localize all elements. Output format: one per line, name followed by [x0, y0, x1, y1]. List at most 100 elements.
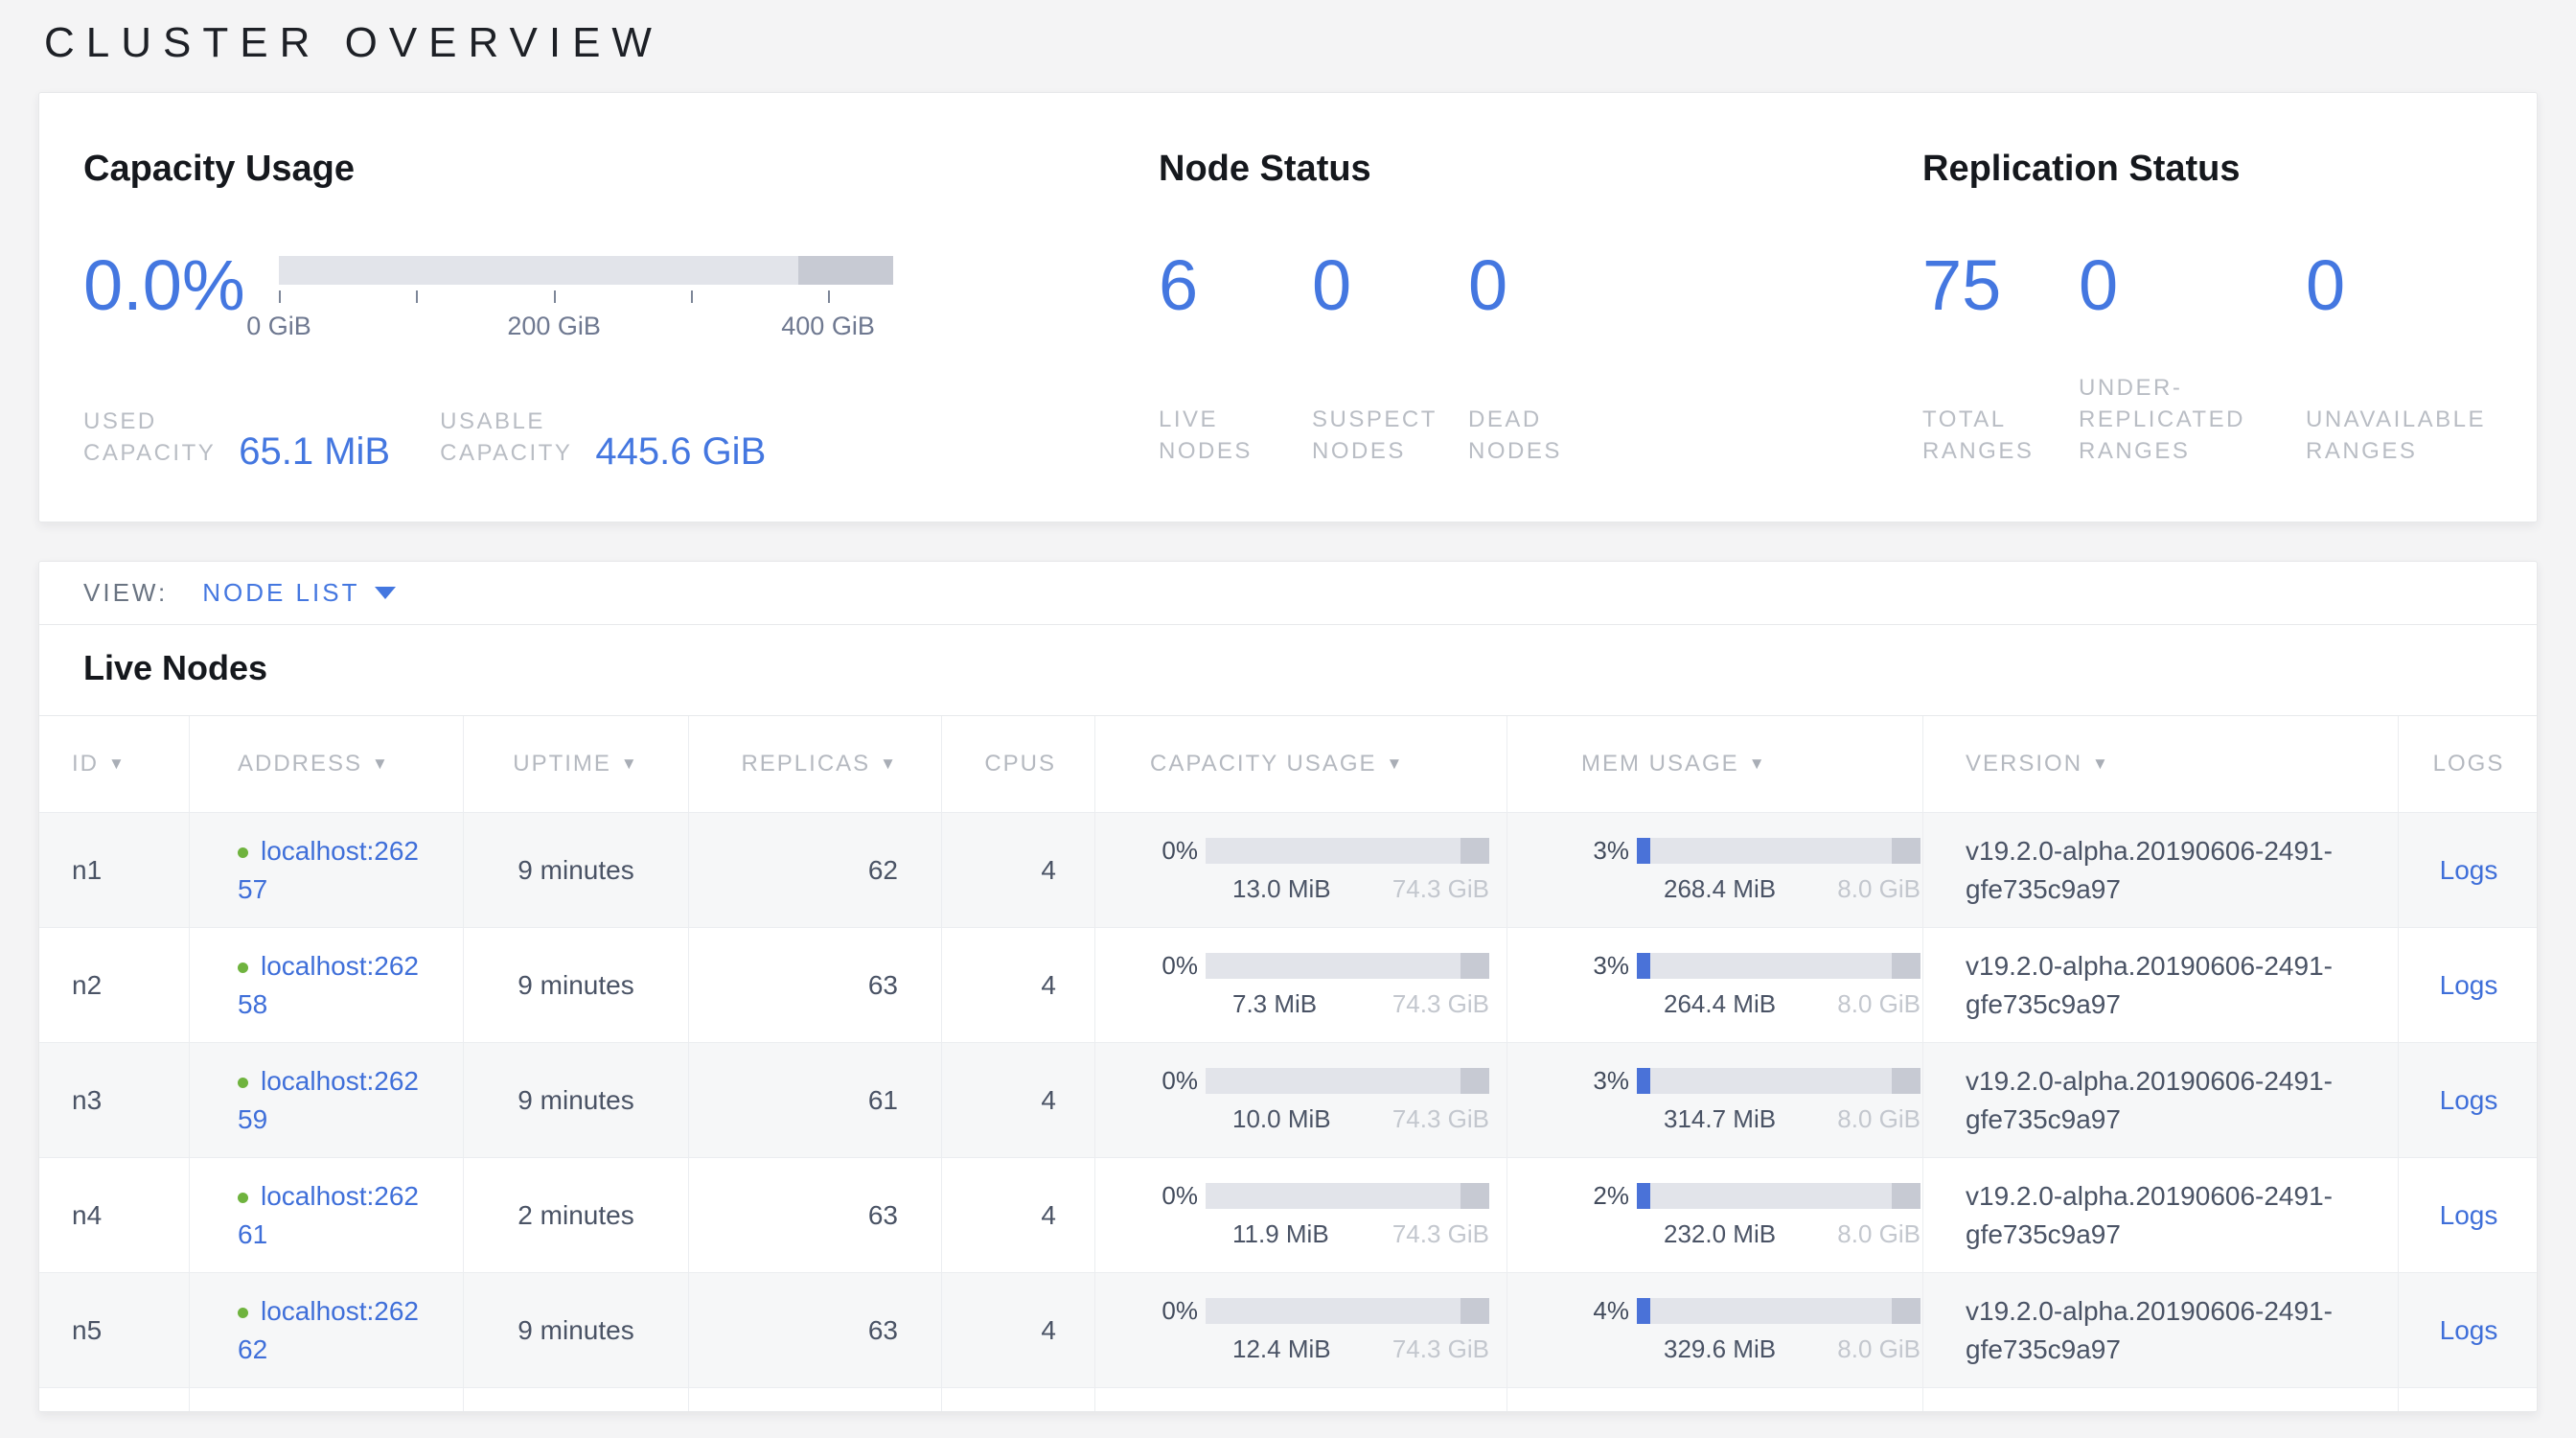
column-header-label: ADDRESS	[238, 751, 362, 777]
live-nodes-title: Live Nodes	[39, 625, 2537, 715]
cell-cpus: 4	[942, 1273, 1095, 1387]
node-status-title: Node Status	[1159, 147, 1849, 191]
cell-mem-usage: 3% 314.7 MiB8.0 GiB	[1507, 1043, 1923, 1157]
sort-arrow-icon: ▼	[108, 754, 126, 774]
cell-capacity-usage: 0% 11.9 MiB74.3 GiB	[1095, 1158, 1507, 1272]
column-header-mem[interactable]: MEM USAGE▼	[1507, 716, 1923, 812]
column-header-replicas[interactable]: REPLICAS▼	[689, 716, 942, 812]
axis-tick	[828, 290, 830, 303]
mem-usage-bar	[1637, 1298, 1920, 1324]
cell-address: localhost:26258	[190, 928, 464, 1042]
cell-node-id: n2	[39, 928, 190, 1042]
mem-usage-bar	[1637, 1068, 1920, 1094]
mem-usage-bar	[1637, 1183, 1920, 1209]
usable-capacity-value: 445.6 GiB	[595, 432, 766, 471]
under-replicated-ranges-stat: 0 UNDER- REPLICATED RANGES	[2079, 248, 2306, 467]
used-capacity-label: USED CAPACITY	[83, 406, 216, 469]
column-header-uptime[interactable]: UPTIME▼	[464, 716, 689, 812]
cell-logs: Logs	[2399, 1273, 2538, 1387]
logs-link[interactable]: Logs	[2440, 1315, 2498, 1346]
sort-arrow-icon: ▼	[621, 754, 639, 774]
view-selected-value: NODE LIST	[202, 578, 359, 608]
node-address-link[interactable]: localhost:26259	[238, 1062, 429, 1139]
cell-address: localhost:26257	[190, 813, 464, 927]
cell-version: v19.2.0-alpha.20190606-2491-gfe735c9a97	[1923, 928, 2399, 1042]
column-header-label: LOGS	[2433, 751, 2505, 777]
capacity-usage-bar	[1206, 838, 1489, 864]
live-status-dot-icon	[238, 1308, 248, 1318]
axis-tick-label: 400 GiB	[781, 312, 875, 341]
used-capacity-value: 65.1 MiB	[239, 432, 390, 471]
capacity-usage-title: Capacity Usage	[83, 147, 927, 191]
table-row: n2 localhost:26258 9 minutes 63 4 0% 7.3…	[39, 927, 2538, 1042]
column-header-version[interactable]: VERSION▼	[1923, 716, 2399, 812]
usable-capacity-stat: USABLE CAPACITY 445.6 GiB	[440, 406, 766, 469]
column-header-logs: LOGS	[2399, 716, 2538, 812]
column-header-cap[interactable]: CAPACITY USAGE▼	[1095, 716, 1507, 812]
cell-replicas: 63	[689, 928, 942, 1042]
cell-mem-usage: 3% 268.4 MiB8.0 GiB	[1507, 813, 1923, 927]
cell-version: v19.2.0-alpha.20190606-2491-gfe735c9a97	[1923, 1273, 2399, 1387]
capacity-gauge-unusable-segment	[798, 256, 893, 285]
cell-uptime: 9 minutes	[464, 813, 689, 927]
cell-node-id: n3	[39, 1043, 190, 1157]
table-row: n5 localhost:26262 9 minutes 63 4 0% 12.…	[39, 1272, 2538, 1387]
cell-replicas: 62	[689, 813, 942, 927]
axis-tick	[416, 290, 418, 303]
cell-version: v19.2.0-alpha.20190606-2491-gfe735c9a97	[1923, 1158, 2399, 1272]
cell-logs: Logs	[2399, 1043, 2538, 1157]
cell-address: localhost:26261	[190, 1158, 464, 1272]
cell-mem-usage: 2% 232.0 MiB8.0 GiB	[1507, 1158, 1923, 1272]
cell-cpus: 4	[942, 813, 1095, 927]
cell-uptime: 9 minutes	[464, 928, 689, 1042]
mem-usage-bar	[1637, 838, 1920, 864]
cell-version: v19.2.0-alpha.20190606-2491-gfe735c9a97	[1923, 1043, 2399, 1157]
node-address-link[interactable]: localhost:26258	[238, 947, 429, 1024]
page-title: CLUSTER OVERVIEW	[44, 19, 663, 67]
live-nodes-table: ID▼ADDRESS▼UPTIME▼REPLICAS▼CPUSCAPACITY …	[39, 715, 2538, 1412]
replication-status-title: Replication Status	[1922, 147, 2536, 191]
cell-replicas: 63	[689, 1273, 942, 1387]
node-address-link[interactable]: localhost:26262	[238, 1292, 429, 1369]
column-header-label: CPUS	[984, 751, 1056, 777]
cell-address: localhost:26259	[190, 1043, 464, 1157]
node-address-link[interactable]: localhost:26257	[238, 832, 429, 909]
capacity-usage-bar	[1206, 953, 1489, 979]
cell-uptime: 9 minutes	[464, 1043, 689, 1157]
table-row-partial	[39, 1387, 2538, 1412]
unavailable-ranges-stat: 0 UNAVAILABLE RANGES	[2306, 248, 2536, 467]
axis-tick	[691, 290, 693, 303]
table-row: n3 localhost:26259 9 minutes 61 4 0% 10.…	[39, 1042, 2538, 1157]
cluster-summary-card: Capacity Usage 0.0% 0 GiB200 GiB400 GiB …	[38, 92, 2538, 522]
cell-mem-usage: 3% 264.4 MiB8.0 GiB	[1507, 928, 1923, 1042]
chevron-down-icon	[375, 587, 396, 599]
column-header-label: VERSION	[1966, 751, 2082, 777]
cell-logs: Logs	[2399, 928, 2538, 1042]
capacity-usage-bar	[1206, 1298, 1489, 1324]
dead-nodes-stat: 0 DEAD NODES	[1468, 248, 1679, 467]
logs-link[interactable]: Logs	[2440, 1200, 2498, 1231]
cell-logs: Logs	[2399, 813, 2538, 927]
column-header-id[interactable]: ID▼	[39, 716, 190, 812]
cell-capacity-usage: 0% 10.0 MiB74.3 GiB	[1095, 1043, 1507, 1157]
capacity-usage-section: Capacity Usage 0.0% 0 GiB200 GiB400 GiB …	[83, 147, 927, 469]
logs-link[interactable]: Logs	[2440, 855, 2498, 886]
cell-uptime: 2 minutes	[464, 1158, 689, 1272]
table-row: n1 localhost:26257 9 minutes 62 4 0% 13.…	[39, 812, 2538, 927]
column-header-address[interactable]: ADDRESS▼	[190, 716, 464, 812]
node-status-section: Node Status 6 LIVE NODES 0 SUSPECT NODES…	[1159, 147, 1849, 467]
view-select-dropdown[interactable]: NODE LIST	[202, 578, 396, 608]
table-row: n4 localhost:26261 2 minutes 63 4 0% 11.…	[39, 1157, 2538, 1272]
logs-link[interactable]: Logs	[2440, 1085, 2498, 1116]
node-address-link[interactable]: localhost:26261	[238, 1177, 429, 1254]
cell-uptime: 9 minutes	[464, 1273, 689, 1387]
live-status-dot-icon	[238, 1078, 248, 1088]
cell-capacity-usage: 0% 7.3 MiB74.3 GiB	[1095, 928, 1507, 1042]
axis-tick-label: 200 GiB	[507, 312, 601, 341]
cell-node-id: n5	[39, 1273, 190, 1387]
capacity-gauge-bar	[279, 256, 893, 285]
mem-usage-bar	[1637, 953, 1920, 979]
logs-link[interactable]: Logs	[2440, 970, 2498, 1001]
cell-cpus: 4	[942, 1158, 1095, 1272]
cell-cpus: 4	[942, 1043, 1095, 1157]
